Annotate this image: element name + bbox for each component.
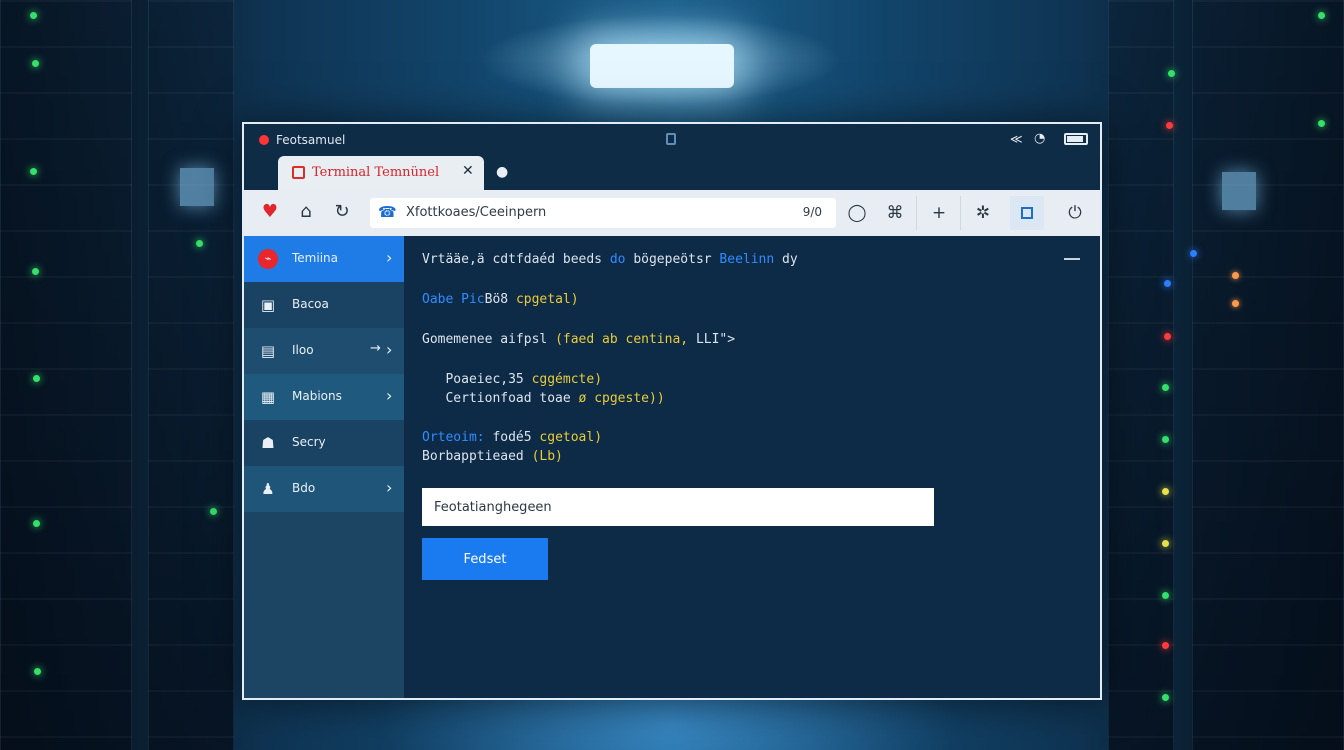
tab-label: Terminal Temnünel (312, 165, 440, 180)
app-window: Feotsamuel ≪ ◔ Terminal Temnünel ✕ ● ♥ ⌂… (242, 122, 1102, 700)
status-led (1166, 122, 1173, 129)
status-led (210, 508, 217, 515)
toolbar-divider (960, 196, 961, 230)
status-led (1318, 12, 1325, 19)
status-led (196, 240, 203, 247)
tab-terminal[interactable]: Terminal Temnünel ✕ (278, 156, 484, 190)
site-icon: ☎ (378, 203, 397, 221)
window-menu-icon[interactable] (666, 133, 676, 145)
chevron-right-icon: › (386, 386, 393, 405)
reload-icon[interactable]: ↻ (330, 201, 354, 223)
favorite-heart-icon[interactable]: ♥ (258, 201, 282, 223)
sidebar-item-label: Bdo (292, 481, 316, 495)
tools-icon[interactable]: ✲ (966, 196, 1000, 230)
submit-button[interactable]: Fedset (422, 538, 548, 580)
status-led (33, 520, 40, 527)
power-icon[interactable]: ⏻ (1058, 196, 1092, 230)
server-rack (1108, 0, 1174, 750)
status-led (30, 168, 37, 175)
battery-icon (1064, 133, 1088, 145)
zoom-indicator[interactable]: 9/0 (803, 205, 822, 219)
status-led (1162, 592, 1169, 599)
toolbar-divider (916, 196, 917, 230)
terminal-line: Borbapptieaed (Lb) (422, 449, 563, 464)
signal-icon: ◔ (1034, 131, 1046, 146)
status-led (33, 375, 40, 382)
terminal-line: Oabe PicBö8 cpgetal) (422, 292, 579, 307)
sidebar-item-label: Secry (292, 435, 326, 449)
browser-toolbar: ♥ ⌂ ↻ ☎ Xfottkoaes/Ceeinpern 9/0 ◯ ⌘ + ✲… (244, 190, 1100, 237)
status-led (1232, 300, 1239, 307)
terminal-panel: Vrtääe,ä cdtfdaéd beeds do bögepeötsr Be… (404, 236, 1100, 698)
terminal-line: Poaeiec,35 cggémcte) (422, 372, 603, 387)
close-window-dot[interactable] (259, 135, 269, 145)
rack-panel-light (1222, 172, 1256, 210)
status-led (32, 60, 39, 67)
terminal-line: Orteoim: fodé5 cgetoal) (422, 430, 603, 445)
home-icon[interactable]: ⌂ (294, 201, 318, 223)
window-icon: ▣ (260, 296, 276, 314)
status-led (1190, 250, 1197, 257)
sidebar-item-label: Temiina (292, 251, 338, 265)
close-tab-icon[interactable]: ✕ (462, 163, 474, 179)
panel-menu-icon[interactable] (1064, 258, 1080, 260)
sidebar-item-secry[interactable]: ☗ Secry (244, 420, 404, 466)
sidebar: ⌁ Temiina › ▣ Bacoa ▤ Iloo → › ▦ Mabions… (244, 236, 404, 698)
window-title: Feotsamuel (276, 133, 346, 147)
status-led (1162, 540, 1169, 547)
server-rack (0, 0, 132, 750)
sidebar-item-mabions[interactable]: ▦ Mabions › (244, 374, 404, 420)
chevron-right-icon: › (386, 248, 393, 267)
status-led (1168, 70, 1175, 77)
command-input[interactable] (422, 488, 934, 526)
terminal-line: Gomemenee aifpsl (faed ab centina, LLI"> (422, 332, 736, 347)
terminal-line: Vrtääe,ä cdtfdaéd beeds do bögepeötsr Be… (422, 252, 798, 267)
add-icon[interactable]: + (922, 196, 956, 230)
sidebar-toggle-icon[interactable] (1010, 196, 1044, 230)
chevron-right-icon: › (386, 478, 393, 497)
status-led (34, 668, 41, 675)
sidebar-item-label: Mabions (292, 389, 342, 403)
rack-panel-light (180, 168, 214, 206)
sidebar-item-iloo[interactable]: ▤ Iloo → › (244, 328, 404, 374)
status-led (1232, 272, 1239, 279)
status-led (32, 268, 39, 275)
server-rack (1192, 0, 1344, 750)
sidebar-item-bacoa[interactable]: ▣ Bacoa (244, 282, 404, 328)
terminal-icon: ⌁ (258, 249, 278, 269)
chevron-right-icon: › (386, 340, 393, 359)
address-bar[interactable]: ☎ Xfottkoaes/Ceeinpern 9/0 (370, 198, 836, 228)
ceiling-light (590, 44, 734, 88)
terminal-tab-icon (292, 166, 305, 179)
status-led (30, 12, 37, 19)
title-bar: Feotsamuel ≪ ◔ (244, 124, 1100, 156)
comment-icon[interactable]: ◯ (840, 196, 874, 230)
sidebar-item-label: Iloo (292, 343, 314, 357)
tab-bar: Terminal Temnünel ✕ ● (244, 156, 1100, 190)
terminal-line: Certionfoad toae ø cpgeste)) (422, 391, 665, 406)
url-text: Xfottkoaes/Ceeinpern (406, 205, 547, 220)
sidebar-item-bdo[interactable]: ♟ Bdo › (244, 466, 404, 512)
status-led (1318, 120, 1325, 127)
wifi-icon: ≪ (1010, 132, 1023, 146)
status-led (1162, 384, 1169, 391)
status-led (1162, 694, 1169, 701)
image-icon: ▦ (260, 388, 276, 406)
server-rack (148, 0, 234, 750)
sidebar-item-terminal[interactable]: ⌁ Temiina › (244, 236, 404, 282)
security-icon: ☗ (261, 434, 275, 452)
new-tab-icon[interactable]: ● (496, 164, 508, 180)
status-led (1162, 642, 1169, 649)
status-led (1162, 436, 1169, 443)
status-led (1164, 280, 1171, 287)
status-led (1164, 333, 1171, 340)
extensions-icon[interactable]: ⌘ (878, 196, 912, 230)
sidebar-item-label: Bacoa (292, 297, 329, 311)
clipboard-icon: ▤ (260, 342, 276, 360)
user-icon: ♟ (261, 480, 275, 498)
status-led (1162, 488, 1169, 495)
arrow-right-icon: → (370, 341, 381, 356)
